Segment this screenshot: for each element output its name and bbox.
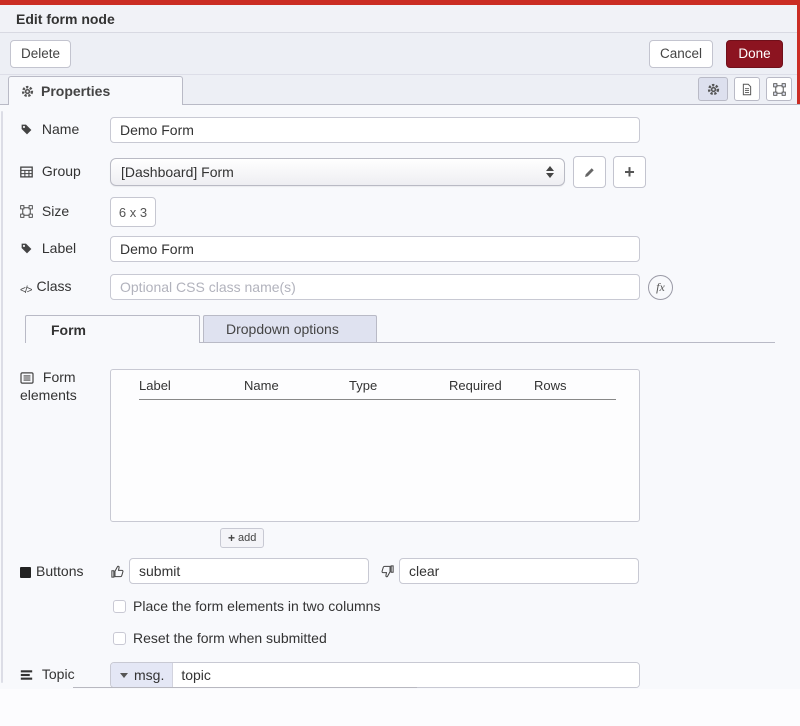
code-icon: </>	[20, 285, 31, 296]
caret-down-icon	[120, 673, 128, 678]
edit-form-body: Name Group [Dashboard] Form +	[0, 105, 800, 689]
topic-typed-input: msg.	[110, 662, 640, 688]
name-label: Name	[20, 121, 110, 139]
delete-button[interactable]: Delete	[10, 40, 71, 68]
fx-icon: fx	[656, 280, 665, 295]
size-label: Size	[20, 203, 110, 221]
topic-row: Topic msg.	[20, 662, 800, 688]
label-row: Label	[20, 236, 800, 262]
bottom-divider	[73, 687, 417, 688]
form-elements-label: Form elements	[20, 369, 110, 403]
reset-form-checkbox-row[interactable]: Reset the form when submitted	[113, 630, 800, 646]
edit-group-button[interactable]	[573, 156, 606, 188]
label-label: Label	[20, 240, 110, 258]
appearance-icon-button[interactable]	[766, 77, 792, 101]
tab-icon-buttons	[698, 77, 792, 101]
two-columns-checkbox-label: Place the form elements in two columns	[133, 598, 380, 614]
plus-icon: +	[228, 532, 235, 544]
label-input[interactable]	[110, 236, 640, 262]
add-group-button[interactable]: +	[613, 156, 646, 188]
add-element-button[interactable]: + add	[220, 528, 264, 548]
two-columns-checkbox[interactable]	[113, 600, 126, 613]
tag-icon	[20, 242, 37, 258]
done-button[interactable]: Done	[726, 40, 783, 68]
form-elements-table: Label Name Type Required Rows	[110, 369, 640, 522]
group-label: Group	[20, 163, 110, 181]
dialog-title: Edit form node	[16, 11, 115, 27]
name-row: Name	[20, 117, 800, 143]
buttons-label: Buttons	[20, 563, 110, 579]
topic-label: Topic	[20, 666, 110, 684]
thumbs-up-icon	[110, 564, 125, 579]
form-elements-table-header: Label Name Type Required Rows	[139, 378, 616, 400]
tab-dropdown-options[interactable]: Dropdown options	[203, 315, 377, 342]
group-row: Group [Dashboard] Form +	[20, 156, 800, 188]
topic-type-label: msg.	[134, 667, 164, 683]
submit-button-label-input[interactable]	[129, 558, 369, 584]
button-bar: Delete Cancel Done	[0, 33, 800, 75]
gear-icon	[21, 85, 34, 98]
size-button[interactable]: 6 x 3	[110, 197, 156, 227]
thumbs-down-icon	[380, 564, 395, 579]
inner-tab-bar: Form Dropdown options	[25, 314, 775, 343]
buttons-row: Buttons	[20, 558, 800, 584]
cancel-button[interactable]: Cancel	[649, 40, 713, 68]
class-input[interactable]	[110, 274, 640, 300]
group-select-value: [Dashboard] Form	[121, 164, 234, 180]
class-row: </>Class fx	[20, 274, 800, 300]
topic-type-button[interactable]: msg.	[111, 663, 173, 687]
gear-icon	[707, 83, 720, 96]
fx-button[interactable]: fx	[648, 275, 673, 300]
class-label: </>Class	[20, 278, 110, 296]
tab-row: Properties	[0, 75, 800, 105]
clear-button-label-input[interactable]	[399, 558, 639, 584]
column-header: Rows	[534, 378, 594, 393]
reset-form-checkbox[interactable]	[113, 632, 126, 645]
description-icon-button[interactable]	[734, 77, 760, 101]
size-row: Size 6 x 3	[20, 197, 800, 227]
resize-icon	[20, 205, 37, 221]
reset-form-checkbox-label: Reset the form when submitted	[133, 630, 327, 646]
column-header: Label	[139, 378, 244, 393]
pencil-icon	[583, 166, 596, 179]
two-columns-checkbox-row[interactable]: Place the form elements in two columns	[113, 598, 800, 614]
group-select[interactable]: [Dashboard] Form	[110, 158, 565, 186]
dialog-header: Edit form node	[0, 5, 800, 33]
select-arrows-icon	[546, 166, 554, 178]
topic-input[interactable]	[173, 663, 639, 687]
tab-properties[interactable]: Properties	[8, 76, 183, 105]
column-header: Required	[449, 378, 534, 393]
column-header: Name	[244, 378, 349, 393]
tag-icon	[20, 123, 37, 139]
list-alt-icon	[20, 371, 38, 387]
appearance-icon	[773, 83, 786, 96]
tasks-icon	[20, 668, 37, 684]
name-input[interactable]	[110, 117, 640, 143]
table-icon	[20, 165, 37, 181]
column-header: Type	[349, 378, 449, 393]
square-icon	[20, 567, 31, 578]
tab-form[interactable]: Form	[25, 315, 200, 343]
tab-properties-label: Properties	[41, 83, 110, 99]
plus-icon: +	[624, 162, 635, 183]
form-elements-row: Form elements Label Name Type Required R…	[20, 369, 800, 548]
description-icon	[741, 83, 753, 96]
properties-icon-button[interactable]	[698, 77, 728, 101]
